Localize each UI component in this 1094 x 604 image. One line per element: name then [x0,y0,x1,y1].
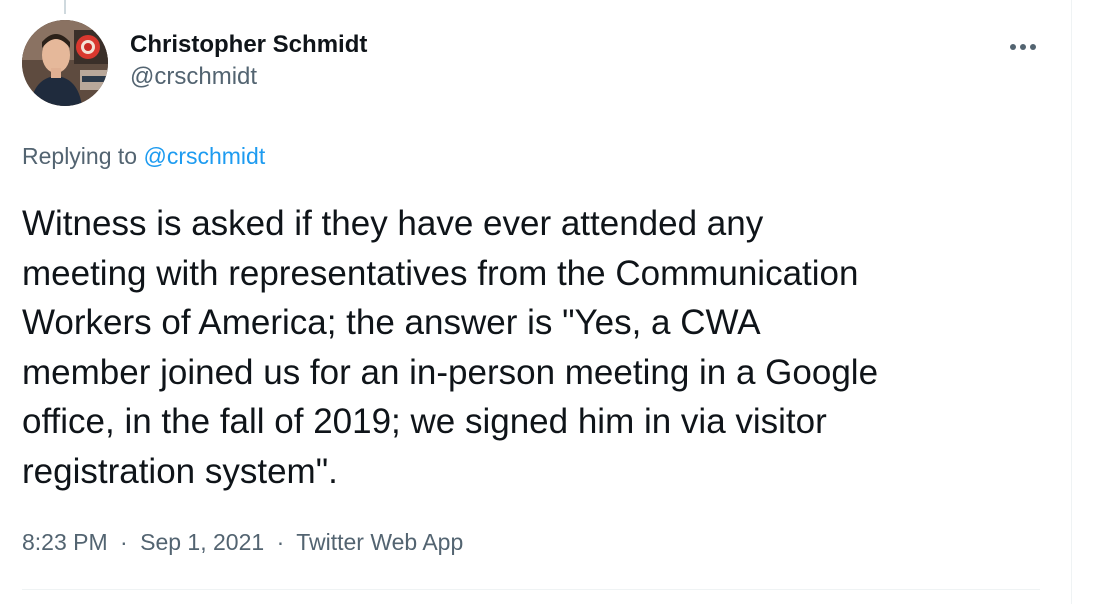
tweet-page: Christopher Schmidt @crschmidt Replying … [0,0,1094,604]
tweet-source: Twitter Web App [296,529,464,555]
divider [22,589,1040,590]
tweet-time-link[interactable]: 8:23 PM [22,529,108,555]
more-options-button[interactable] [1001,32,1045,62]
more-horizontal-icon [1010,44,1036,50]
tweet-text-line: office, in the fall of 2019; we signed h… [22,402,827,441]
tweet-date-link[interactable]: Sep 1, 2021 [140,529,264,555]
thread-connector-line [64,0,66,14]
author-names: Christopher Schmidt @crschmidt [130,30,367,92]
tweet-text-line: registration system". [22,451,338,491]
tweet-text-line: Workers of America; the answer is "Yes, … [22,303,761,342]
meta-separator: · [276,529,285,555]
tweet-text-line: Witness is asked if they have ever atten… [22,204,764,243]
meta-separator: · [120,529,128,555]
author-display-name[interactable]: Christopher Schmidt [130,30,367,60]
author-handle[interactable]: @crschmidt [130,62,367,92]
tweet-text-line: member joined us for an in-person meetin… [22,352,879,392]
replying-to-handle-link[interactable]: @crschmidt [143,143,265,169]
replying-to: Replying to @crschmidt [22,141,265,171]
replying-to-prefix: Replying to [22,143,138,169]
avatar[interactable] [22,20,108,106]
tweet-text: Witness is asked if they have ever atten… [22,199,1052,496]
tweet-metadata: 8:23 PM · Sep 1, 2021 · Twitter Web App [22,527,463,557]
avatar-photo [22,20,108,106]
tweet-text-line: meeting with representatives from the Co… [22,253,859,293]
column-border [1071,0,1072,604]
